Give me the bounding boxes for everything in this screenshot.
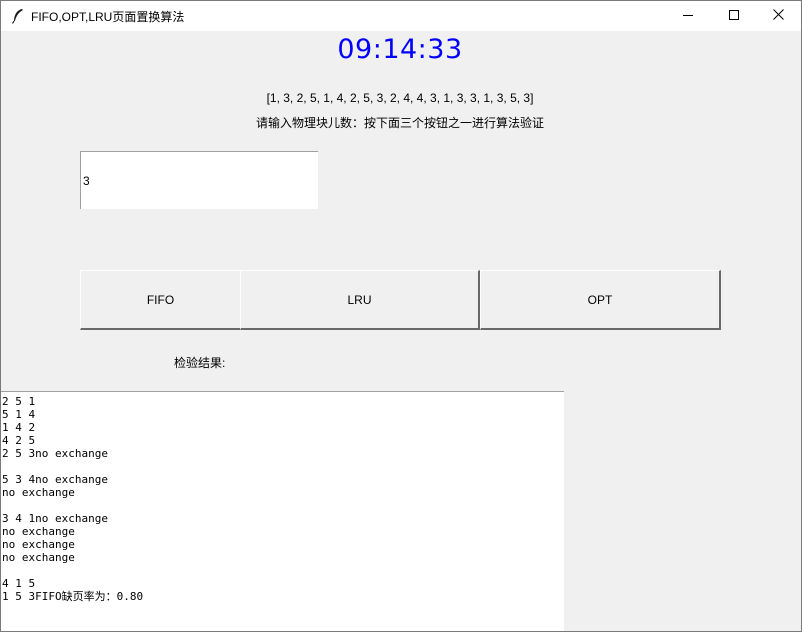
fifo-button[interactable]: FIFO: [80, 270, 242, 330]
result-output-text[interactable]: 2 5 1 5 1 4 1 4 2 4 2 5 2 5 3no exchange…: [1, 391, 564, 631]
clock-display: 09:14:33: [337, 34, 463, 65]
lru-button[interactable]: LRU: [240, 270, 480, 330]
feather-icon: [11, 8, 25, 24]
frames-count-input[interactable]: [80, 151, 318, 209]
instruction-label: 请输入物理块儿数：按下面三个按钮之一进行算法验证: [255, 116, 544, 130]
close-icon: [772, 7, 784, 25]
title-bar[interactable]: FIFO,OPT,LRU页面置换算法: [1, 1, 801, 31]
minimize-icon: [683, 7, 693, 25]
minimize-button[interactable]: [665, 1, 711, 31]
maximize-icon: [729, 7, 739, 25]
opt-button[interactable]: OPT: [480, 270, 721, 330]
window-title: FIFO,OPT,LRU页面置换算法: [31, 10, 185, 24]
result-label: 检验结果:: [174, 356, 226, 370]
reference-string: [1, 3, 2, 5, 1, 4, 2, 5, 3, 2, 4, 4, 3, …: [266, 91, 534, 105]
close-button[interactable]: [755, 1, 801, 31]
maximize-button[interactable]: [711, 1, 757, 31]
